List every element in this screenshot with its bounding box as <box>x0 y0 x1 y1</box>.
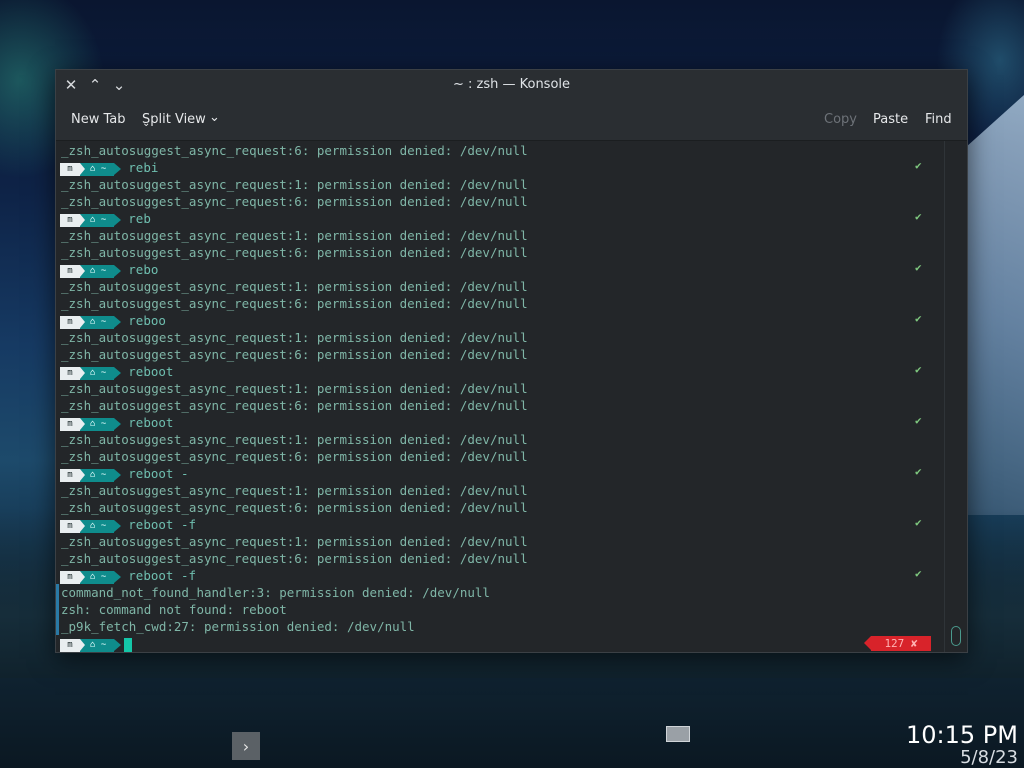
home-dir-segment: ⌂ ~ <box>80 214 122 227</box>
output-line: _zsh_autosuggest_async_request:6: permis… <box>61 296 528 311</box>
titlebar: ✕ ⌃ ⌄ ~ : zsh — Konsole <box>56 70 967 100</box>
output-line: _zsh_autosuggest_async_request:6: permis… <box>61 245 528 260</box>
output-line: _zsh_autosuggest_async_request:1: permis… <box>61 279 528 294</box>
output-line: _zsh_autosuggest_async_request:6: permis… <box>61 398 528 413</box>
output-line: _zsh_autosuggest_async_request:1: permis… <box>61 534 528 549</box>
output-line: _zsh_autosuggest_async_request:1: permis… <box>61 432 528 447</box>
show-desktop-icon[interactable] <box>666 726 690 742</box>
output-line: zsh: command not found: reboot <box>61 602 287 617</box>
paste-button[interactable]: Paste <box>873 112 908 127</box>
os-icon: m <box>60 214 80 227</box>
clock-time: 10:15 PM <box>906 721 1018 749</box>
split-view-button[interactable]: Split View <box>142 112 206 127</box>
text-cursor <box>124 637 133 652</box>
prompt-line: m ⌂ ~ rebo <box>60 261 158 278</box>
terminal-output[interactable]: _zsh_autosuggest_async_request:6: permis… <box>56 141 945 652</box>
home-dir-segment: ⌂ ~ <box>80 163 122 176</box>
command-text: reboot <box>128 364 174 379</box>
output-line: _p9k_fetch_cwd:27: permission denied: /d… <box>61 619 415 634</box>
prompt-line: m ⌂ ~ reboot <box>60 414 173 431</box>
konsole-window: ✕ ⌃ ⌄ ~ : zsh — Konsole New Tab ⌄ Split … <box>55 69 968 653</box>
output-line: _zsh_autosuggest_async_request:1: permis… <box>61 381 528 396</box>
output-line: _zsh_autosuggest_async_request:1: permis… <box>61 330 528 345</box>
home-dir-segment: ⌂ ~ <box>80 418 122 431</box>
output-line: _zsh_autosuggest_async_request:6: permis… <box>61 143 528 158</box>
command-text: reboot - <box>128 466 189 481</box>
output-line: _zsh_autosuggest_async_request:1: permis… <box>61 228 528 243</box>
command-text: rebi <box>128 160 159 175</box>
find-button[interactable]: Find <box>925 112 952 127</box>
prompt-line: m ⌂ ~ reboot -f <box>60 516 196 533</box>
command-text: reboot <box>128 415 174 430</box>
command-text: reboot -f <box>128 517 196 532</box>
prompt-line: m ⌂ ~ reboot - <box>60 465 188 482</box>
error-marker <box>56 584 59 635</box>
os-icon: m <box>60 571 80 584</box>
os-icon: m <box>60 418 80 431</box>
output-line: _zsh_autosuggest_async_request:6: permis… <box>61 551 528 566</box>
success-check-icon: ✔ <box>915 414 922 427</box>
panel-expand-button[interactable]: › <box>232 732 260 760</box>
success-check-icon: ✔ <box>915 261 922 274</box>
output-line: _zsh_autosuggest_async_request:1: permis… <box>61 177 528 192</box>
home-dir-segment: ⌂ ~ <box>80 520 122 533</box>
command-text: rebo <box>128 262 159 277</box>
success-check-icon: ✔ <box>915 363 922 376</box>
new-tab-button[interactable]: New Tab <box>71 112 126 127</box>
home-dir-segment: ⌂ ~ <box>80 367 122 380</box>
success-check-icon: ✔ <box>915 159 922 172</box>
success-check-icon: ✔ <box>915 210 922 223</box>
clock-date: 5/8/23 <box>960 747 1018 768</box>
active-prompt-line[interactable]: m ⌂ ~ <box>60 635 133 652</box>
home-dir-segment: ⌂ ~ <box>80 469 122 482</box>
prompt-line: m ⌂ ~ rebi <box>60 159 158 176</box>
command-text: reboot -f <box>128 568 196 583</box>
home-dir-segment: ⌂ ~ <box>80 265 122 278</box>
prompt-line: m ⌂ ~ reboot -f <box>60 567 196 584</box>
prompt-line: m ⌂ ~ reb <box>60 210 151 227</box>
success-check-icon: ✔ <box>915 312 922 325</box>
success-check-icon: ✔ <box>915 465 922 478</box>
toolbar: New Tab ⌄ Split View ⌄ Copy Paste Find <box>56 100 967 141</box>
window-title: ~ : zsh — Konsole <box>452 77 571 92</box>
output-line: _zsh_autosuggest_async_request:1: permis… <box>61 483 528 498</box>
command-text: reb <box>128 211 151 226</box>
output-line: command_not_found_handler:3: permission … <box>61 585 490 600</box>
split-view-chevron-icon[interactable]: ⌄ <box>209 110 220 125</box>
os-icon: m <box>60 639 80 652</box>
os-icon: m <box>60 469 80 482</box>
os-icon: m <box>60 520 80 533</box>
output-line: _zsh_autosuggest_async_request:6: permis… <box>61 500 528 515</box>
home-dir-segment: ⌂ ~ <box>80 316 122 329</box>
os-icon: m <box>60 367 80 380</box>
scrollbar-handle[interactable] <box>951 626 961 646</box>
os-icon: m <box>60 163 80 176</box>
home-dir-segment: ⌂ ~ <box>80 639 122 652</box>
scrollbar[interactable] <box>945 141 967 652</box>
output-line: _zsh_autosuggest_async_request:6: permis… <box>61 449 528 464</box>
clock[interactable]: 10:15 PM 5/8/23 <box>906 722 1018 768</box>
prompt-line: m ⌂ ~ reboot <box>60 363 173 380</box>
copy-button[interactable]: Copy <box>824 112 857 127</box>
exit-status-badge: 127 ✘ <box>864 636 931 651</box>
wallpaper-ground <box>0 678 1024 768</box>
success-check-icon: ✔ <box>915 516 922 529</box>
output-line: _zsh_autosuggest_async_request:6: permis… <box>61 194 528 209</box>
os-icon: m <box>60 316 80 329</box>
prompt-line: m ⌂ ~ reboo <box>60 312 166 329</box>
home-dir-segment: ⌂ ~ <box>80 571 122 584</box>
output-line: _zsh_autosuggest_async_request:6: permis… <box>61 347 528 362</box>
command-text: reboo <box>128 313 166 328</box>
success-check-icon: ✔ <box>915 567 922 580</box>
os-icon: m <box>60 265 80 278</box>
